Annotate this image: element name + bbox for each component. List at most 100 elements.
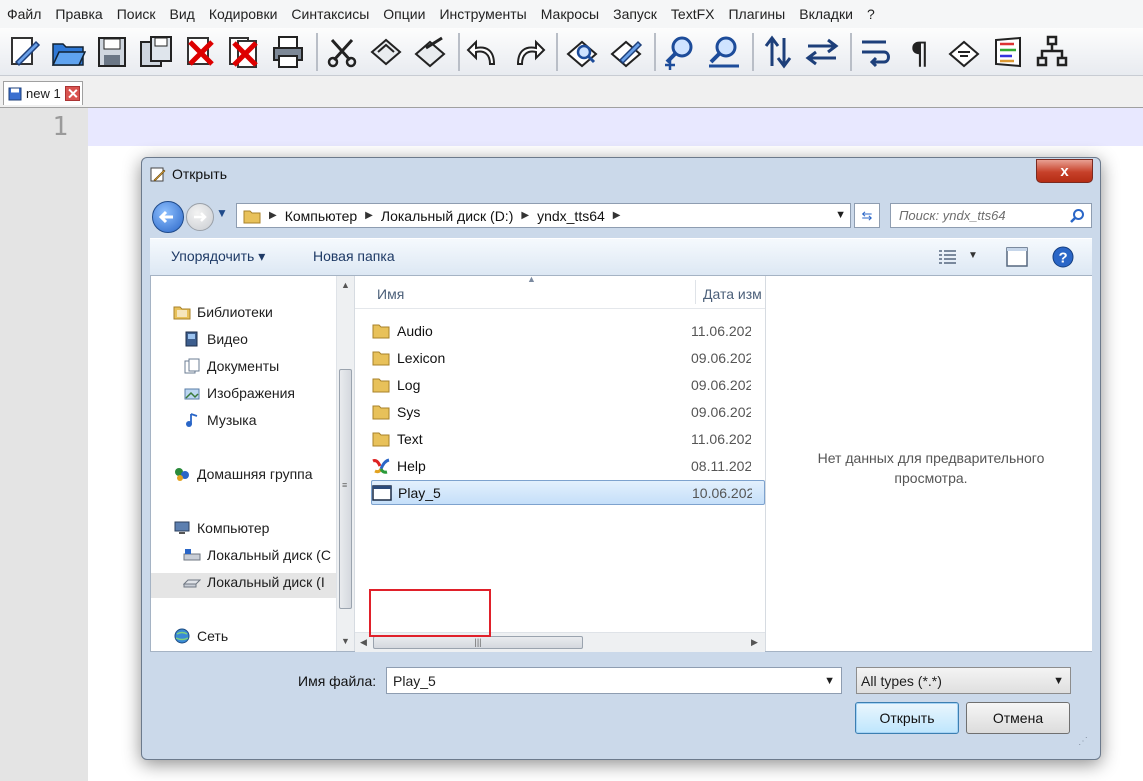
file-row-play-5[interactable]: Play_5 10.06.202 bbox=[371, 480, 765, 505]
filename-dropdown-icon[interactable]: ▼ bbox=[824, 675, 835, 687]
file-list-scroll-thumb[interactable]: ||| bbox=[373, 636, 583, 649]
file-row-text[interactable]: Text 11.06.202 bbox=[371, 426, 765, 451]
file-type-dropdown-icon[interactable]: ▼ bbox=[1053, 675, 1064, 687]
floppy-icon bbox=[8, 87, 22, 100]
back-button[interactable] bbox=[152, 201, 184, 233]
refresh-button[interactable]: ⇆ bbox=[854, 203, 880, 228]
find-icon[interactable] bbox=[562, 32, 602, 72]
nav-item-libraries[interactable]: Библиотеки bbox=[173, 304, 273, 320]
replace-icon[interactable] bbox=[606, 32, 646, 72]
view-dropdown-icon[interactable]: ▼ bbox=[968, 250, 978, 261]
breadcrumb-arrow-icon[interactable]: ▶ bbox=[613, 210, 621, 221]
preview-pane-icon[interactable] bbox=[1006, 247, 1028, 267]
nav-item-music[interactable]: Музыка bbox=[183, 412, 257, 428]
scroll-left-icon[interactable]: ◀ bbox=[360, 637, 367, 648]
menu-file[interactable]: Файл bbox=[0, 6, 48, 22]
sync-horizontal-icon[interactable] bbox=[802, 32, 842, 72]
file-row-audio[interactable]: Audio 11.06.202 bbox=[371, 318, 765, 343]
breadcrumb-yndx-tts64[interactable]: yndx_tts64 bbox=[537, 208, 605, 224]
nav-item-video[interactable]: Видео bbox=[183, 331, 248, 347]
breadcrumb-arrow-icon[interactable]: ▶ bbox=[521, 210, 529, 221]
tab-close-icon[interactable] bbox=[64, 86, 80, 101]
menu-edit[interactable]: Правка bbox=[48, 6, 109, 22]
nav-item-computer[interactable]: Компьютер bbox=[173, 520, 269, 536]
scroll-down-icon[interactable]: ▼ bbox=[341, 636, 350, 646]
open-button[interactable]: Открыть bbox=[855, 702, 959, 734]
file-row-sys[interactable]: Sys 09.06.202 bbox=[371, 399, 765, 424]
show-all-chars-icon[interactable]: ¶ bbox=[900, 32, 940, 72]
sync-vertical-icon[interactable] bbox=[758, 32, 798, 72]
address-bar[interactable]: ▶ Компьютер ▶ Локальный диск (D:) ▶ yndx… bbox=[236, 203, 851, 228]
recent-locations-dropdown-icon[interactable]: ▼ bbox=[216, 206, 228, 220]
zoom-in-icon[interactable] bbox=[660, 32, 700, 72]
file-type-select[interactable]: All types (*.*) ▼ bbox=[856, 667, 1071, 694]
nav-label: Изображения bbox=[207, 385, 295, 401]
menu-tools[interactable]: Инструменты bbox=[432, 6, 533, 22]
new-folder-button[interactable]: Новая папка bbox=[313, 248, 395, 264]
menu-options[interactable]: Опции bbox=[376, 6, 432, 22]
print-icon[interactable] bbox=[268, 32, 308, 72]
view-options-icon[interactable] bbox=[938, 249, 958, 265]
menu-encoding[interactable]: Кодировки bbox=[202, 6, 285, 22]
dialog-close-button[interactable]: x bbox=[1036, 159, 1093, 183]
menu-help[interactable]: ? bbox=[860, 6, 882, 22]
nav-item-images[interactable]: Изображения bbox=[183, 385, 295, 401]
document-map-icon[interactable] bbox=[1032, 32, 1072, 72]
help-icon[interactable]: ? bbox=[1052, 246, 1074, 268]
menu-search[interactable]: Поиск bbox=[110, 6, 163, 22]
menu-plugins[interactable]: Плагины bbox=[721, 6, 792, 22]
column-name-header[interactable]: Имя bbox=[377, 286, 404, 302]
redo-icon[interactable] bbox=[508, 32, 548, 72]
search-input[interactable]: Поиск: yndx_tts64 bbox=[890, 203, 1092, 228]
cut-icon[interactable] bbox=[322, 32, 362, 72]
address-dropdown-icon[interactable]: ▼ bbox=[835, 209, 846, 221]
menu-syntax[interactable]: Синтаксисы bbox=[284, 6, 376, 22]
nav-item-disk-d[interactable]: Локальный диск (I bbox=[183, 574, 336, 590]
menu-textfx[interactable]: TextFX bbox=[664, 6, 722, 22]
cancel-button[interactable]: Отмена bbox=[966, 702, 1070, 734]
indent-guide-icon[interactable] bbox=[944, 32, 984, 72]
new-file-icon[interactable] bbox=[4, 32, 44, 72]
organize-button[interactable]: Упорядочить ▾ bbox=[171, 248, 265, 265]
search-icon[interactable] bbox=[1069, 208, 1085, 224]
word-wrap-icon[interactable] bbox=[856, 32, 896, 72]
filename-value: Play_5 bbox=[393, 672, 436, 689]
breadcrumb-disk-d[interactable]: Локальный диск (D:) bbox=[381, 208, 514, 224]
close-file-icon[interactable] bbox=[180, 32, 220, 72]
breadcrumb-computer[interactable]: Компьютер bbox=[285, 208, 357, 224]
zoom-out-icon[interactable] bbox=[704, 32, 744, 72]
undo-icon[interactable] bbox=[464, 32, 504, 72]
current-line-highlight bbox=[88, 108, 1143, 146]
nav-pane-scrollbar[interactable]: ▲ ≡ ▼ bbox=[336, 276, 354, 651]
forward-button[interactable] bbox=[186, 203, 214, 231]
save-all-icon[interactable] bbox=[136, 32, 176, 72]
resize-grip-icon[interactable]: ⋰ bbox=[1078, 736, 1088, 747]
nav-item-network[interactable]: Сеть bbox=[173, 628, 228, 644]
open-folder-icon[interactable] bbox=[48, 32, 88, 72]
file-row-log[interactable]: Log 09.06.202 bbox=[371, 372, 765, 397]
nav-item-documents[interactable]: Документы bbox=[183, 358, 279, 374]
menu-macros[interactable]: Макросы bbox=[534, 6, 606, 22]
save-icon[interactable] bbox=[92, 32, 132, 72]
close-all-icon[interactable] bbox=[224, 32, 264, 72]
scroll-up-icon[interactable]: ▲ bbox=[341, 280, 350, 290]
copy-icon[interactable] bbox=[366, 32, 406, 72]
filename-input[interactable]: Play_5 ▼ bbox=[386, 667, 842, 694]
breadcrumb-arrow-icon[interactable]: ▶ bbox=[269, 210, 277, 221]
file-row-help[interactable]: Help 08.11.202 bbox=[371, 453, 765, 478]
breadcrumb-arrow-icon[interactable]: ▶ bbox=[365, 210, 373, 221]
file-row-lexicon[interactable]: Lexicon 09.06.202 bbox=[371, 345, 765, 370]
scroll-right-icon[interactable]: ▶ bbox=[751, 637, 758, 648]
column-date-header[interactable]: Дата изм bbox=[703, 286, 765, 302]
paste-icon[interactable] bbox=[410, 32, 450, 72]
menu-run[interactable]: Запуск bbox=[606, 6, 664, 22]
documents-icon bbox=[184, 358, 200, 374]
nav-item-homegroup[interactable]: Домашняя группа bbox=[173, 466, 313, 482]
nav-item-disk-c[interactable]: Локальный диск (C bbox=[183, 547, 336, 563]
column-divider[interactable] bbox=[695, 280, 696, 304]
language-icon[interactable] bbox=[988, 32, 1028, 72]
menu-tabs[interactable]: Вкладки bbox=[792, 6, 860, 22]
menu-view[interactable]: Вид bbox=[163, 6, 202, 22]
nav-pane-scroll-thumb[interactable]: ≡ bbox=[339, 369, 352, 609]
tab-new-1[interactable]: new 1 bbox=[3, 81, 83, 105]
